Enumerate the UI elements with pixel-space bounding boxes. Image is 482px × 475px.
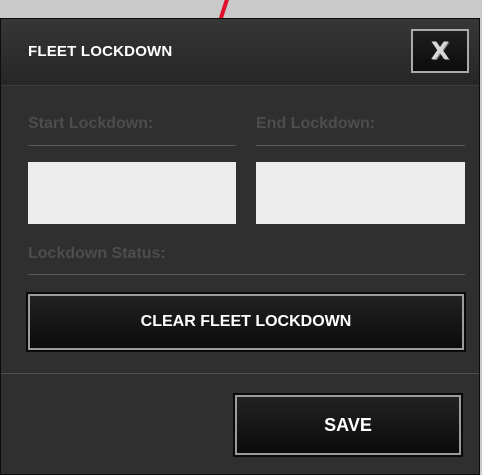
dialog-title: FLEET LOCKDOWN xyxy=(28,43,173,60)
fleet-lockdown-dialog: FLEET LOCKDOWN X Start Lockdown: End Loc… xyxy=(0,18,480,475)
close-icon: X xyxy=(430,37,450,65)
end-label-rule xyxy=(256,145,465,146)
end-lockdown-input[interactable] xyxy=(256,162,465,224)
save-button[interactable]: SAVE xyxy=(235,395,461,455)
screenshot-canvas: FLEET LOCKDOWN X Start Lockdown: End Loc… xyxy=(0,0,482,475)
clear-fleet-lockdown-label: CLEAR FLEET LOCKDOWN xyxy=(140,313,352,330)
lockdown-status-label: Lockdown Status: xyxy=(28,245,166,262)
start-label-rule xyxy=(28,145,236,146)
status-label-rule xyxy=(28,274,465,275)
end-lockdown-label: End Lockdown: xyxy=(256,115,376,132)
start-lockdown-input[interactable] xyxy=(28,162,236,224)
dialog-titlebar: FLEET LOCKDOWN X xyxy=(1,19,479,86)
footer-divider xyxy=(1,373,479,374)
start-lockdown-label: Start Lockdown: xyxy=(28,115,154,132)
close-button[interactable]: X xyxy=(411,29,469,73)
clear-fleet-lockdown-button[interactable]: CLEAR FLEET LOCKDOWN xyxy=(28,294,464,350)
save-label: SAVE xyxy=(324,414,372,435)
